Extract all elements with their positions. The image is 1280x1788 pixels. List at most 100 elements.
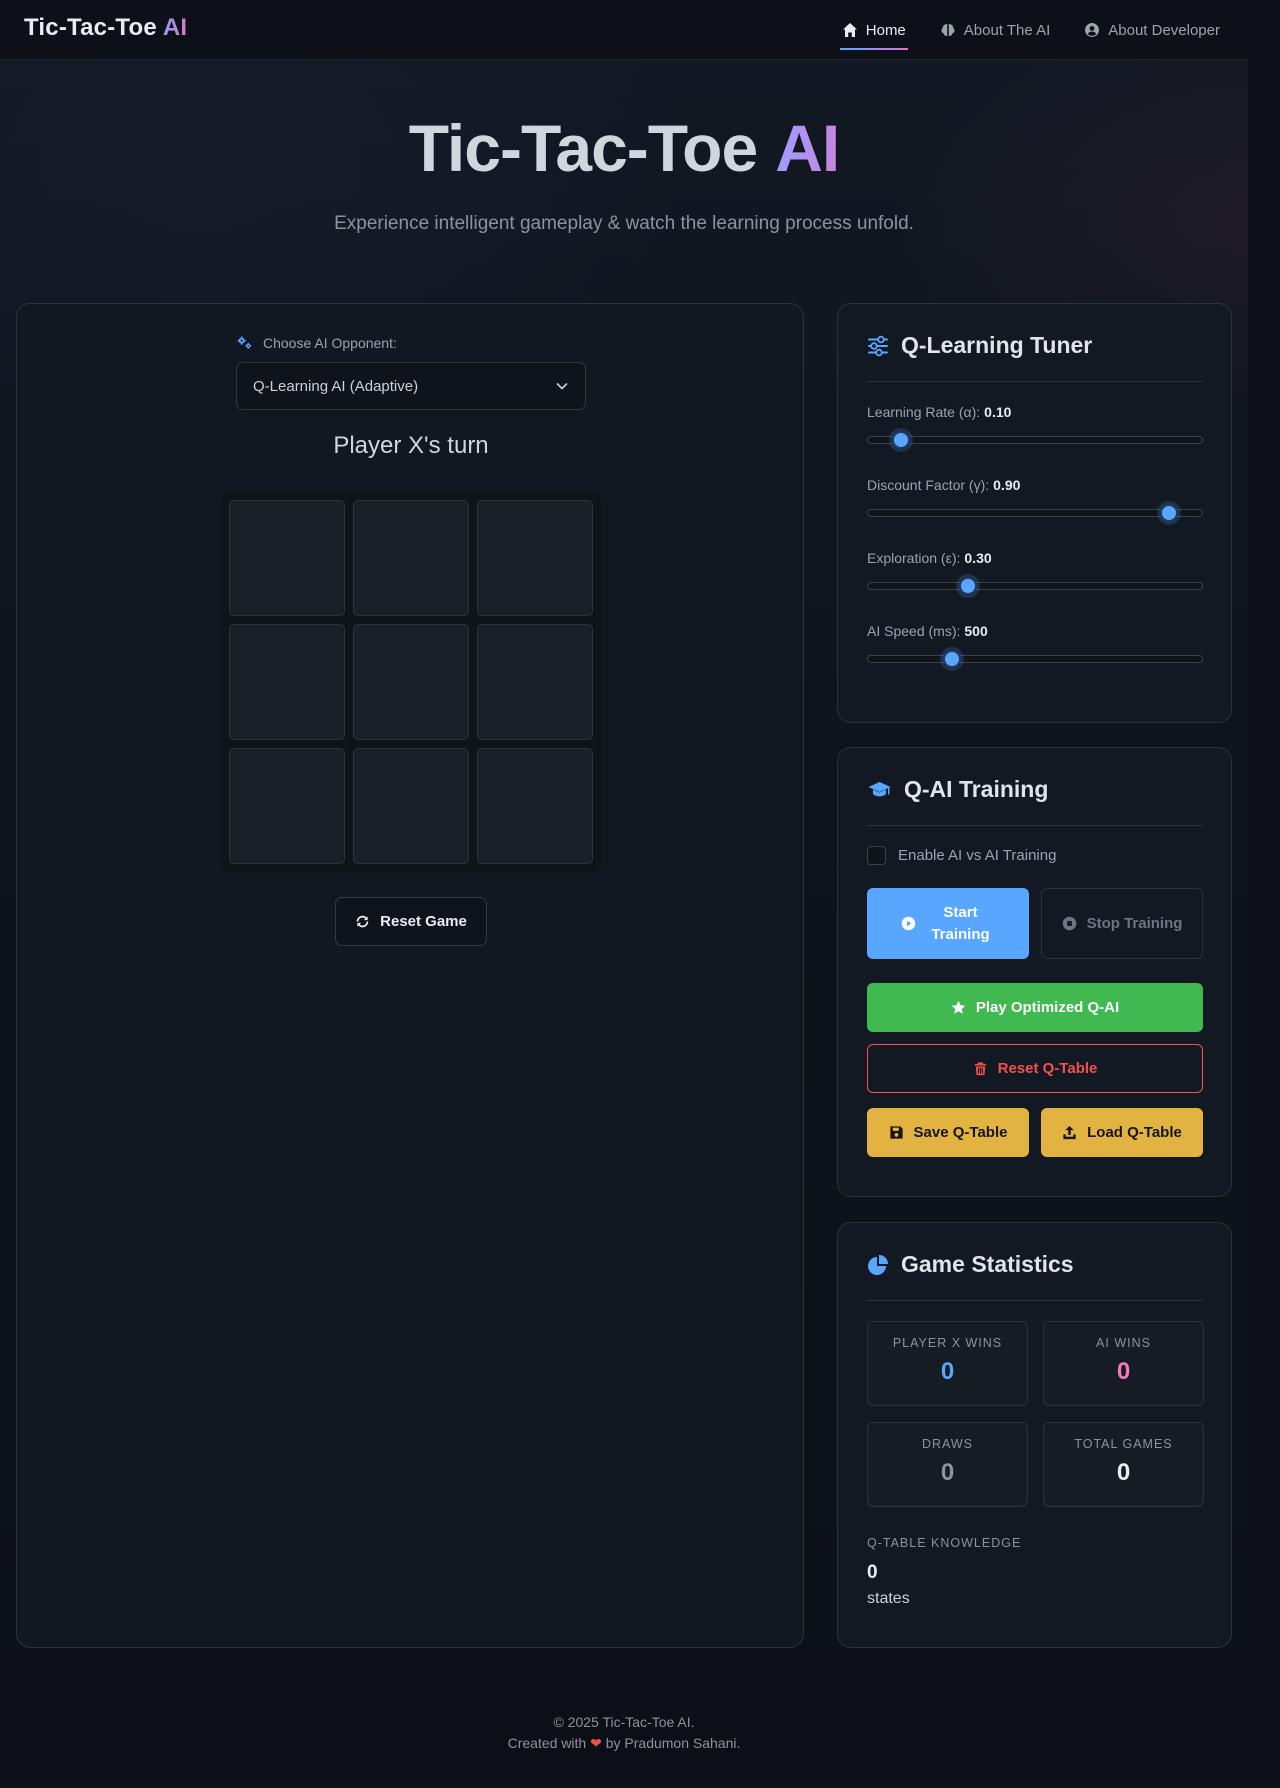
play-optimized-button[interactable]: Play Optimized Q-AI — [867, 983, 1203, 1032]
start-training-label: Start Training — [931, 903, 990, 943]
nav-link-about-developer[interactable]: About Developer — [1082, 0, 1222, 60]
footer-credit: Created with ❤ by Pradumon Sahani. — [0, 1733, 1248, 1754]
draws-label: DRAWS — [921, 1437, 974, 1451]
opponent-select[interactable]: Q-Learning AI (Adaptive) — [236, 362, 586, 410]
play-circle-icon — [901, 916, 915, 931]
exploration-slider-row: Exploration (ε): 0.30 — [867, 550, 1203, 595]
brand-logo[interactable]: Tic-Tac-Toe AI — [24, 14, 187, 42]
reset-game-button[interactable]: Reset Game — [335, 897, 487, 946]
learning-rate-slider-row: Learning Rate (α): 0.10 — [867, 404, 1203, 449]
game-panel: Choose AI Opponent: Q-Learning AI (Adapt… — [16, 303, 804, 1648]
q-table-knowledge-value: 0 — [867, 1562, 878, 1583]
stats-header: Game Statistics — [867, 1251, 1203, 1301]
discount-factor-slider[interactable] — [867, 504, 1203, 522]
refresh-icon — [356, 915, 369, 928]
hero: Tic-Tac-Toe AI Experience intelligent gam… — [0, 60, 1248, 300]
board-cell-5[interactable] — [477, 624, 593, 740]
footer-credit-suffix: by Pradumon Sahani. — [605, 1735, 741, 1751]
footer: © 2025 Tic-Tac-Toe AI. Created with ❤ by… — [0, 1712, 1248, 1754]
nav-links: Home About The AI About Developer — [839, 0, 1222, 60]
discount-factor-label: Discount Factor (γ): 0.90 — [867, 477, 1203, 493]
pie-chart-icon — [868, 1255, 888, 1275]
learning-rate-label: Learning Rate (α): 0.10 — [867, 404, 1203, 420]
q-table-knowledge: Q-TABLE KNOWLEDGE 0 states — [867, 1536, 1021, 1608]
home-icon — [842, 23, 857, 37]
ai-vs-ai-checkbox[interactable] — [867, 846, 886, 865]
game-statistics-panel: Game Statistics PLAYER X WINS 0 AI WINS … — [837, 1222, 1232, 1648]
exploration-slider[interactable] — [867, 577, 1203, 595]
reset-game-label: Reset Game — [380, 913, 467, 930]
brand-main: Tic-Tac-Toe — [24, 14, 157, 41]
player-x-wins-card: PLAYER X WINS 0 — [867, 1321, 1028, 1406]
tuner-header: Q-Learning Tuner — [867, 332, 1203, 382]
hero-title: Tic-Tac-Toe AI — [0, 110, 1248, 186]
training-header: Q-AI Training — [867, 776, 1203, 826]
ai-vs-ai-label: Enable AI vs AI Training — [898, 847, 1057, 864]
navbar: Tic-Tac-Toe AI Home About The AI About D… — [0, 0, 1248, 60]
heart-icon: ❤ — [590, 1735, 602, 1751]
save-q-table-button[interactable]: Save Q-Table — [867, 1108, 1029, 1157]
footer-copyright: © 2025 Tic-Tac-Toe AI. — [553, 1714, 695, 1730]
reset-q-table-button[interactable]: Reset Q-Table — [867, 1044, 1203, 1093]
ai-speed-label: AI Speed (ms): 500 — [867, 623, 1203, 639]
start-training-button[interactable]: Start Training — [867, 888, 1029, 959]
stop-circle-icon — [1062, 916, 1076, 931]
draws-value: 0 — [940, 1459, 955, 1486]
load-q-table-label: Load Q-Table — [1087, 1124, 1182, 1141]
ai-speed-slider-row: AI Speed (ms): 500 — [867, 623, 1203, 668]
user-circle-icon — [1085, 23, 1100, 37]
discount-factor-thumb[interactable] — [1159, 504, 1178, 522]
ai-speed-slider[interactable] — [867, 650, 1203, 668]
discount-factor-value: 0.90 — [993, 477, 1021, 493]
hero-title-accent: AI — [775, 111, 840, 185]
board-cell-6[interactable] — [229, 748, 345, 864]
q-learning-tuner-panel: Q-Learning Tuner Learning Rate (α): 0.10 … — [837, 303, 1232, 723]
floppy-disk-icon — [889, 1126, 903, 1139]
board-cell-2[interactable] — [477, 500, 593, 616]
learning-rate-slider[interactable] — [867, 431, 1203, 449]
play-optimized-label: Play Optimized Q-AI — [975, 999, 1120, 1016]
ai-wins-card: AI WINS 0 — [1043, 1321, 1204, 1406]
draws-card: DRAWS 0 — [867, 1422, 1028, 1507]
sliders-icon — [868, 335, 888, 357]
learning-rate-thumb[interactable] — [892, 431, 911, 449]
stop-training-label: Stop Training — [1086, 915, 1183, 932]
player-x-wins-label: PLAYER X WINS — [892, 1336, 1003, 1350]
graduation-cap-icon — [868, 782, 891, 797]
hero-title-main: Tic-Tac-Toe — [408, 111, 758, 185]
q-table-knowledge-label: Q-TABLE KNOWLEDGE — [867, 1536, 1022, 1550]
exploration-label: Exploration (ε): 0.30 — [867, 550, 1203, 566]
nav-link-about-developer-label: About Developer — [1108, 21, 1220, 39]
star-icon — [951, 1000, 966, 1014]
stats-title: Game Statistics — [901, 1251, 1074, 1277]
ai-speed-thumb[interactable] — [942, 650, 961, 668]
training-title: Q-AI Training — [904, 776, 1049, 802]
total-games-card: TOTAL GAMES 0 — [1043, 1422, 1204, 1507]
nav-link-about-ai[interactable]: About The AI — [938, 0, 1052, 60]
load-q-table-button[interactable]: Load Q-Table — [1041, 1108, 1203, 1157]
board-cell-7[interactable] — [353, 748, 469, 864]
board-cell-3[interactable] — [229, 624, 345, 740]
q-table-knowledge-unit: states — [867, 1590, 910, 1607]
stop-training-button[interactable]: Stop Training — [1041, 888, 1203, 959]
upload-icon — [1063, 1125, 1076, 1140]
player-x-wins-value: 0 — [940, 1358, 955, 1385]
board-cell-1[interactable] — [353, 500, 469, 616]
brain-icon — [941, 24, 955, 36]
nav-link-home-label: Home — [865, 21, 906, 39]
board-cell-8[interactable] — [477, 748, 593, 864]
ai-vs-ai-toggle[interactable]: Enable AI vs AI Training — [867, 846, 1056, 865]
board-cell-4[interactable] — [353, 624, 469, 740]
exploration-thumb[interactable] — [959, 577, 978, 595]
exploration-label-text: Exploration (ε): — [867, 550, 961, 566]
nav-link-home[interactable]: Home — [839, 0, 908, 60]
board-cell-0[interactable] — [229, 500, 345, 616]
save-q-table-label: Save Q-Table — [913, 1124, 1008, 1141]
trash-icon — [974, 1062, 986, 1076]
nav-link-about-ai-label: About The AI — [963, 21, 1051, 39]
game-board — [221, 492, 601, 872]
brand-accent: AI — [162, 14, 188, 41]
learning-rate-value: 0.10 — [984, 404, 1012, 420]
chevron-down-icon — [556, 382, 568, 390]
q-ai-training-panel: Q-AI Training Enable AI vs AI Training S… — [837, 747, 1232, 1197]
